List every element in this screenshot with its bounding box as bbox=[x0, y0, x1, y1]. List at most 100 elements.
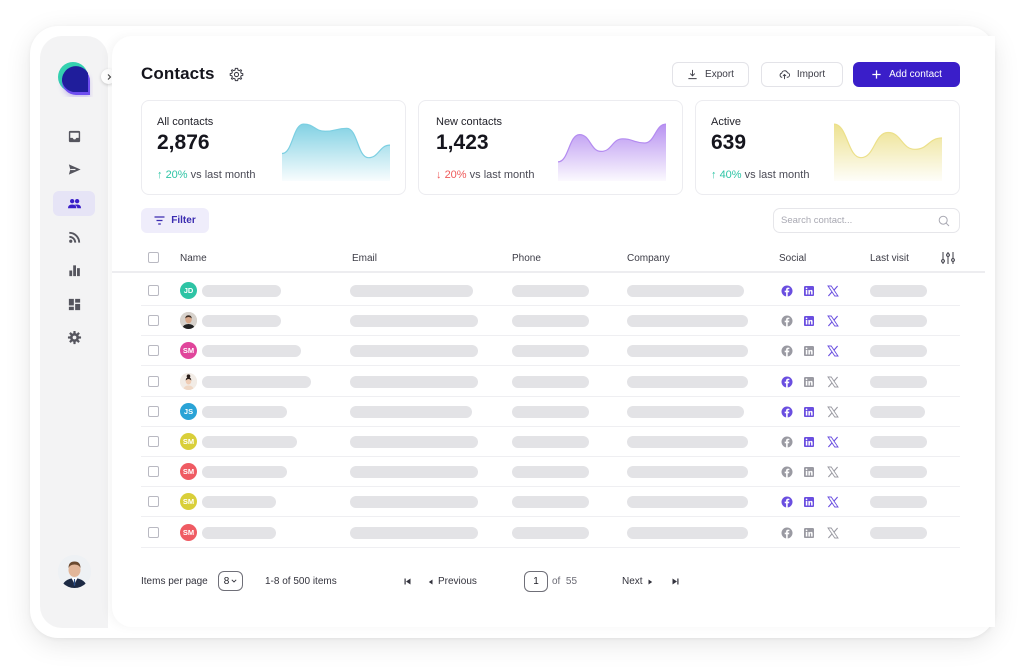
stat-card-all-contacts: All contacts 2,876 ↑ 20% vs last month bbox=[141, 100, 406, 195]
page-settings-gear-icon[interactable] bbox=[229, 67, 244, 82]
rss-icon bbox=[68, 231, 80, 243]
table-row[interactable]: JS bbox=[141, 397, 960, 427]
name-placeholder bbox=[202, 466, 287, 479]
table-row[interactable]: SM bbox=[141, 487, 960, 518]
page-of-label: of 55 bbox=[552, 576, 577, 587]
facebook-icon[interactable] bbox=[781, 495, 793, 508]
row-checkbox[interactable] bbox=[148, 285, 159, 296]
search-input[interactable] bbox=[781, 213, 931, 228]
column-header-company[interactable]: Company bbox=[627, 253, 670, 264]
column-header-last-visit[interactable]: Last visit bbox=[870, 253, 909, 264]
facebook-icon[interactable] bbox=[781, 465, 793, 478]
facebook-icon[interactable] bbox=[781, 284, 793, 297]
gear-icon bbox=[67, 330, 81, 345]
linkedin-icon[interactable] bbox=[803, 465, 815, 478]
x-twitter-icon[interactable] bbox=[827, 375, 839, 388]
x-twitter-icon[interactable] bbox=[827, 284, 839, 297]
company-placeholder bbox=[627, 345, 748, 358]
x-twitter-icon[interactable] bbox=[827, 405, 839, 418]
facebook-icon[interactable] bbox=[781, 375, 793, 388]
linkedin-icon[interactable] bbox=[803, 375, 815, 387]
row-checkbox[interactable] bbox=[148, 405, 159, 417]
company-placeholder bbox=[627, 526, 748, 539]
last-page-icon[interactable] bbox=[672, 578, 679, 585]
sidebar-item-settings[interactable] bbox=[53, 325, 95, 350]
linkedin-icon[interactable] bbox=[803, 284, 815, 296]
linkedin-icon[interactable] bbox=[803, 405, 815, 417]
previous-label: Previous bbox=[438, 576, 477, 587]
search-icon[interactable] bbox=[938, 215, 950, 227]
sidebar-item-contacts[interactable] bbox=[53, 191, 95, 216]
x-twitter-icon[interactable] bbox=[827, 495, 839, 508]
x-twitter-icon[interactable] bbox=[827, 526, 839, 539]
table-row[interactable]: SM bbox=[141, 336, 960, 367]
linkedin-icon[interactable] bbox=[803, 495, 815, 508]
contact-avatar: JD bbox=[180, 282, 197, 299]
table-row[interactable]: JD bbox=[141, 276, 960, 306]
row-checkbox[interactable] bbox=[148, 526, 159, 538]
facebook-icon[interactable] bbox=[781, 526, 793, 539]
facebook-icon[interactable] bbox=[781, 435, 793, 448]
previous-page-button[interactable]: Previous bbox=[428, 576, 477, 587]
last-visit-placeholder bbox=[870, 285, 927, 297]
linkedin-icon[interactable] bbox=[803, 526, 815, 538]
row-checkbox[interactable] bbox=[148, 375, 159, 387]
row-checkbox[interactable] bbox=[148, 436, 159, 447]
user-avatar[interactable] bbox=[58, 555, 91, 588]
column-header-social[interactable]: Social bbox=[779, 253, 806, 264]
x-twitter-icon[interactable] bbox=[827, 314, 839, 327]
sidebar-item-send[interactable] bbox=[53, 157, 95, 182]
row-checkbox[interactable] bbox=[148, 345, 159, 357]
contact-avatar: SM bbox=[180, 433, 197, 450]
add-contact-button[interactable]: Add contact bbox=[853, 62, 960, 87]
avatar-initials: JD bbox=[183, 286, 194, 295]
avatar-initials: JS bbox=[183, 406, 194, 416]
dashboard-icon bbox=[68, 298, 80, 311]
row-checkbox[interactable] bbox=[148, 466, 159, 478]
column-header-email[interactable]: Email bbox=[352, 253, 377, 264]
table-row[interactable]: SM bbox=[141, 427, 960, 457]
import-button[interactable]: Import bbox=[761, 62, 843, 87]
sidebar-item-analytics[interactable] bbox=[53, 258, 95, 283]
first-page-icon[interactable] bbox=[404, 578, 411, 585]
table-row[interactable] bbox=[141, 367, 960, 397]
sparkline-chart bbox=[282, 123, 390, 181]
row-checkbox[interactable] bbox=[148, 315, 159, 327]
app-logo[interactable] bbox=[55, 59, 93, 97]
table-row[interactable]: SM bbox=[141, 518, 960, 548]
next-page-button[interactable]: Next bbox=[622, 576, 653, 587]
search-box[interactable] bbox=[773, 208, 960, 233]
name-placeholder bbox=[202, 285, 281, 297]
import-label: Import bbox=[796, 69, 826, 80]
column-header-phone[interactable]: Phone bbox=[512, 253, 541, 264]
items-per-page-value: 8 bbox=[223, 575, 230, 587]
items-per-page-select[interactable]: 8 bbox=[218, 571, 243, 591]
stat-change-arrow-up-icon: ↑ bbox=[711, 169, 720, 181]
linkedin-icon[interactable] bbox=[803, 435, 815, 447]
sidebar-item-dashboard[interactable] bbox=[53, 292, 95, 317]
linkedin-icon[interactable] bbox=[803, 344, 815, 357]
table-row[interactable]: SM bbox=[141, 457, 960, 488]
sparkline-chart bbox=[558, 123, 666, 181]
column-settings-icon[interactable] bbox=[940, 251, 956, 265]
export-label: Export bbox=[705, 69, 734, 80]
x-twitter-icon[interactable] bbox=[827, 435, 839, 448]
column-header-name[interactable]: Name bbox=[180, 253, 207, 264]
facebook-icon[interactable] bbox=[781, 344, 793, 357]
facebook-icon[interactable] bbox=[781, 314, 793, 327]
email-placeholder bbox=[350, 496, 478, 509]
export-button[interactable]: Export bbox=[672, 62, 749, 87]
facebook-icon[interactable] bbox=[781, 405, 793, 418]
filter-icon bbox=[154, 216, 165, 225]
linkedin-icon[interactable] bbox=[803, 314, 815, 327]
select-all-checkbox[interactable] bbox=[148, 252, 159, 263]
row-checkbox[interactable] bbox=[148, 496, 159, 508]
current-page-input[interactable]: 1 bbox=[524, 571, 548, 592]
table-row[interactable] bbox=[141, 306, 960, 337]
sidebar-item-inbox[interactable] bbox=[53, 124, 95, 149]
x-twitter-icon[interactable] bbox=[827, 344, 839, 357]
filter-label: Filter bbox=[171, 215, 196, 226]
sidebar-item-feeds[interactable] bbox=[53, 225, 95, 250]
x-twitter-icon[interactable] bbox=[827, 465, 839, 478]
filter-button[interactable]: Filter bbox=[141, 208, 209, 233]
